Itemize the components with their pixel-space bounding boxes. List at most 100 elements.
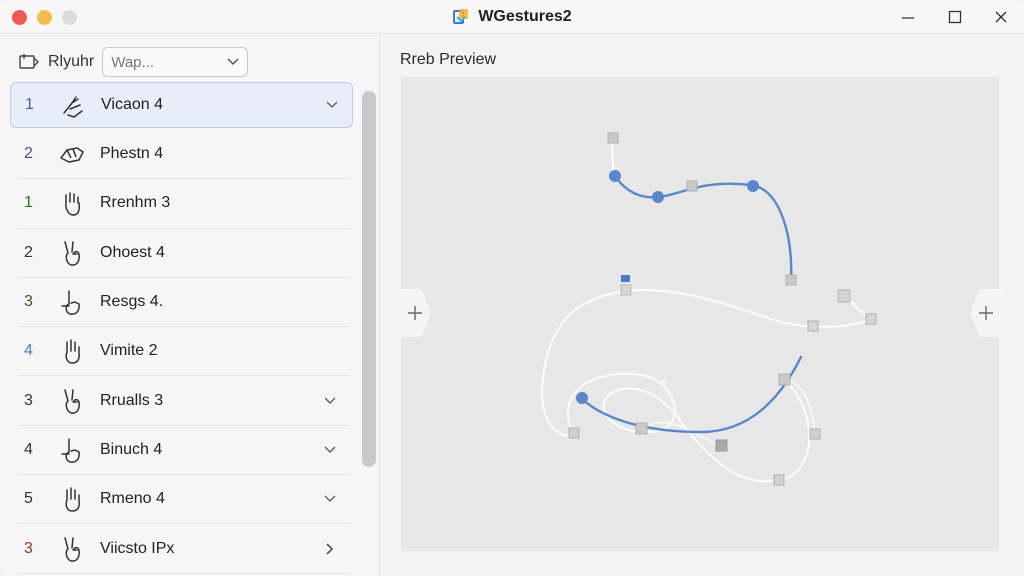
gesture-row[interactable]: 3 Resgs 4. <box>18 278 350 328</box>
gesture-expand-toggle[interactable] <box>320 539 340 559</box>
scrollbar-thumb[interactable] <box>362 91 376 467</box>
blue-node[interactable] <box>652 191 664 203</box>
two-finger-swipe-icon <box>63 96 83 118</box>
open-hand-icon <box>65 192 80 217</box>
maximize-icon <box>948 10 962 24</box>
title-bar[interactable]: WGestures2 <box>0 0 1024 34</box>
raised-hand-icon <box>65 339 80 365</box>
preview-title: Rreb Preview <box>400 51 497 68</box>
gray-node[interactable] <box>837 289 851 303</box>
app-logo-icon <box>453 9 469 24</box>
plus-icon <box>408 306 422 320</box>
blue-node[interactable] <box>576 392 588 404</box>
gray-node[interactable] <box>807 320 819 332</box>
gesture-row[interactable]: 1 Rrenhm 3 <box>18 179 350 229</box>
gray-node[interactable] <box>635 422 648 435</box>
gesture-label: Rrualls 3 <box>100 391 164 409</box>
chevron-down-icon <box>324 446 336 453</box>
blue-node[interactable] <box>747 180 759 192</box>
gesture-expand-toggle <box>320 144 340 164</box>
gesture-finger-count: 1 <box>24 194 33 212</box>
gesture-expand-toggle[interactable] <box>320 489 340 509</box>
gesture-finger-count: 5 <box>24 490 33 508</box>
gesture-label: Binuch 4 <box>100 440 163 458</box>
gesture-label: Vicaon 4 <box>101 96 163 113</box>
filter-bar: Rlyuhr Wap... <box>18 47 358 77</box>
gray-node[interactable] <box>773 474 785 486</box>
minimize-button[interactable] <box>885 0 931 34</box>
app-window: WGestures2 Rlyuhr Wap... 1 Vicaon 4 2 Phest… <box>0 0 1024 576</box>
filter-select-value: Wap... <box>111 53 155 71</box>
chevron-down-icon <box>324 397 336 404</box>
gesture-finger-count: 3 <box>24 293 33 311</box>
gesture-finger-count: 3 <box>24 391 33 409</box>
filter-tag-icon[interactable] <box>18 51 40 73</box>
close-button[interactable] <box>978 0 1024 34</box>
gesture-expand-toggle <box>320 193 340 213</box>
gesture-row[interactable]: 4 Binuch 4 <box>18 426 350 476</box>
gesture-label: Rrenhm 3 <box>100 194 171 212</box>
gray-node[interactable] <box>686 180 698 192</box>
gesture-row[interactable]: 1 Vicaon 4 <box>10 82 353 128</box>
chevron-down-icon <box>227 58 239 66</box>
raised-hand-icon <box>65 487 80 512</box>
gesture-expand-toggle[interactable] <box>322 95 342 115</box>
plus-icon <box>979 306 993 320</box>
blue-node[interactable] <box>609 170 621 182</box>
scrollbar[interactable] <box>362 91 376 467</box>
gray-node[interactable] <box>778 373 791 386</box>
gesture-expand-toggle <box>320 243 340 263</box>
gesture-label: Ohoest 4 <box>100 243 165 261</box>
gesture-label: Rmeno 4 <box>100 490 165 508</box>
chevron-right-icon <box>326 542 334 555</box>
gesture-row[interactable]: 2 Ohoest 4 <box>18 229 350 278</box>
gesture-label: Resgs 4. <box>100 293 164 311</box>
gray-node[interactable] <box>568 427 580 439</box>
gesture-expand-toggle[interactable] <box>320 391 340 411</box>
gray-node[interactable] <box>865 313 877 325</box>
gesture-row[interactable]: 3 Viicsto IPx <box>18 524 350 574</box>
gesture-finger-count: 2 <box>24 243 33 261</box>
gesture-finger-count: 3 <box>24 539 33 557</box>
gray-node[interactable] <box>785 274 797 286</box>
gesture-list: 1 Vicaon 4 2 Phestn 4 1 Rrenhm 3 2 Ohoest 4 3 Res… <box>10 82 355 574</box>
gesture-finger-count: 4 <box>24 440 33 458</box>
gesture-label: Phestn 4 <box>100 145 164 163</box>
gray-node[interactable] <box>809 428 821 440</box>
pinch-hand-icon <box>60 147 84 163</box>
gesture-expand-toggle <box>320 292 340 312</box>
maximize-button[interactable] <box>932 0 978 34</box>
gesture-finger-count: 2 <box>24 145 33 163</box>
maximize-dot-icon[interactable] <box>62 10 77 25</box>
minimize-dot-icon[interactable] <box>37 10 52 25</box>
peace-hand-icon <box>64 388 80 414</box>
gesture-preview-canvas[interactable] <box>401 77 999 551</box>
blue-start-marker[interactable] <box>621 275 630 282</box>
chevron-down-icon <box>326 101 338 109</box>
gesture-row[interactable]: 4 Vimite 2 <box>18 327 350 377</box>
chevron-down-icon <box>324 495 336 503</box>
window-title: WGestures2 <box>478 8 572 25</box>
point-hand-icon <box>61 438 80 463</box>
gesture-row[interactable]: 2 Phestn 4 <box>18 130 350 180</box>
minimize-icon <box>902 17 914 19</box>
gray-node[interactable] <box>607 132 619 144</box>
gesture-expand-toggle <box>320 341 340 361</box>
gesture-expand-toggle[interactable] <box>320 440 340 460</box>
peace-hand-icon <box>64 240 80 266</box>
gesture-label: Viicsto IPx <box>100 539 175 557</box>
close-icon <box>995 11 1007 23</box>
filter-label: Rlyuhr <box>48 53 95 70</box>
point-hand-icon <box>61 290 80 315</box>
gesture-row[interactable]: 5 Rmeno 4 <box>18 475 350 525</box>
close-dot-icon[interactable] <box>12 10 27 25</box>
gesture-label: Vimite 2 <box>100 342 158 360</box>
filter-select[interactable]: Wap... <box>102 47 249 77</box>
gesture-finger-count: 1 <box>25 96 34 113</box>
preview-panel: Rreb Preview <box>381 35 1024 576</box>
gesture-list-panel: Rlyuhr Wap... 1 Vicaon 4 2 Phestn 4 1 Rrenhm … <box>0 35 380 576</box>
gray-node[interactable] <box>715 439 728 452</box>
gesture-row[interactable]: 3 Rrualls 3 <box>18 376 350 426</box>
gray-node[interactable] <box>620 284 632 296</box>
gesture-finger-count: 4 <box>24 342 33 360</box>
